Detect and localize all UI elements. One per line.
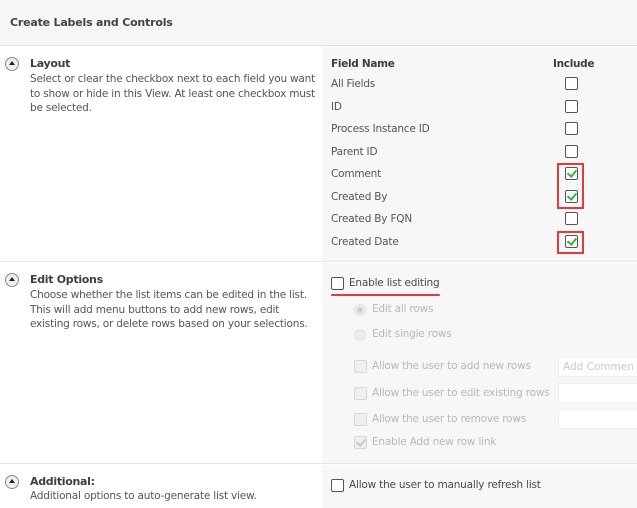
field-name: Created Date	[331, 235, 399, 248]
field-name: Parent ID	[331, 145, 378, 158]
edit-all-rows-label: Edit all rows	[372, 303, 434, 315]
field-name: Comment	[331, 168, 382, 180]
layout-description: Select or clear the checkbox next to eac…	[30, 73, 316, 114]
highlight-annotation	[557, 230, 584, 254]
field-row: Comment	[331, 165, 631, 185]
edit-single-rows-label: Edit single rows	[372, 328, 452, 340]
field-name: Created By FQN	[331, 213, 413, 225]
field-row: All Fields	[331, 75, 631, 95]
manual-refresh-label: Allow the user to manually refresh list	[349, 479, 541, 491]
allow-add-rows-label: Allow the user to add new rows	[372, 360, 531, 372]
include-checkbox[interactable]	[565, 212, 578, 225]
remove-rows-button-text-input[interactable]	[558, 409, 637, 429]
collapse-additional-icon[interactable]	[5, 475, 19, 489]
field-row: Created By FQN	[331, 210, 631, 230]
include-checkbox[interactable]	[565, 99, 578, 113]
manual-refresh-checkbox[interactable]	[331, 479, 344, 492]
additional-description: Additional options to auto-generate list…	[30, 490, 257, 502]
layout-title: Layout	[30, 57, 71, 70]
field-name-header: Field Name	[331, 58, 395, 70]
field-name: All Fields	[331, 78, 376, 90]
edit-rows-button-text-input[interactable]	[558, 383, 637, 403]
enable-add-row-link-checkbox[interactable]	[354, 436, 367, 449]
additional-title: Additional:	[30, 475, 95, 488]
edit-options-description: Choose whether the list items can be edi…	[30, 289, 308, 330]
include-header: Include	[553, 58, 595, 70]
allow-remove-rows-checkbox[interactable]	[354, 413, 367, 426]
allow-edit-rows-checkbox[interactable]	[354, 387, 367, 400]
add-rows-button-text-input[interactable]	[558, 357, 637, 377]
edit-single-rows-radio[interactable]	[354, 329, 366, 341]
panel-title: Create Labels and Controls	[10, 16, 173, 29]
enable-list-editing-annotation	[331, 294, 440, 296]
field-name: ID	[331, 100, 342, 113]
include-checkbox[interactable]	[565, 122, 578, 135]
allow-edit-rows-label: Allow the user to edit existing rows	[372, 387, 550, 399]
include-checkbox[interactable]	[565, 144, 578, 158]
allow-add-rows-checkbox[interactable]	[354, 360, 367, 373]
field-row: Created Date	[331, 233, 631, 253]
field-row: Created By	[331, 188, 631, 208]
enable-add-row-link-label: Enable Add new row link	[372, 436, 497, 448]
field-row: ID	[331, 98, 631, 118]
edit-all-rows-radio[interactable]	[354, 304, 366, 316]
highlight-annotation	[557, 163, 584, 209]
allow-remove-rows-label: Allow the user to remove rows	[372, 413, 527, 425]
enable-list-editing-checkbox[interactable]	[331, 277, 344, 290]
enable-list-editing-label: Enable list editing	[349, 277, 440, 289]
field-row: Parent ID	[331, 143, 631, 163]
edit-options-title: Edit Options	[30, 273, 103, 286]
field-name: Created By	[331, 190, 388, 203]
field-name: Process Instance ID	[331, 123, 430, 135]
panel-header: Create Labels and Controls	[0, 0, 637, 46]
field-row: Process Instance ID	[331, 120, 631, 140]
collapse-edit-options-icon[interactable]	[5, 273, 19, 287]
collapse-layout-icon[interactable]	[5, 57, 19, 71]
include-checkbox[interactable]	[565, 77, 578, 90]
